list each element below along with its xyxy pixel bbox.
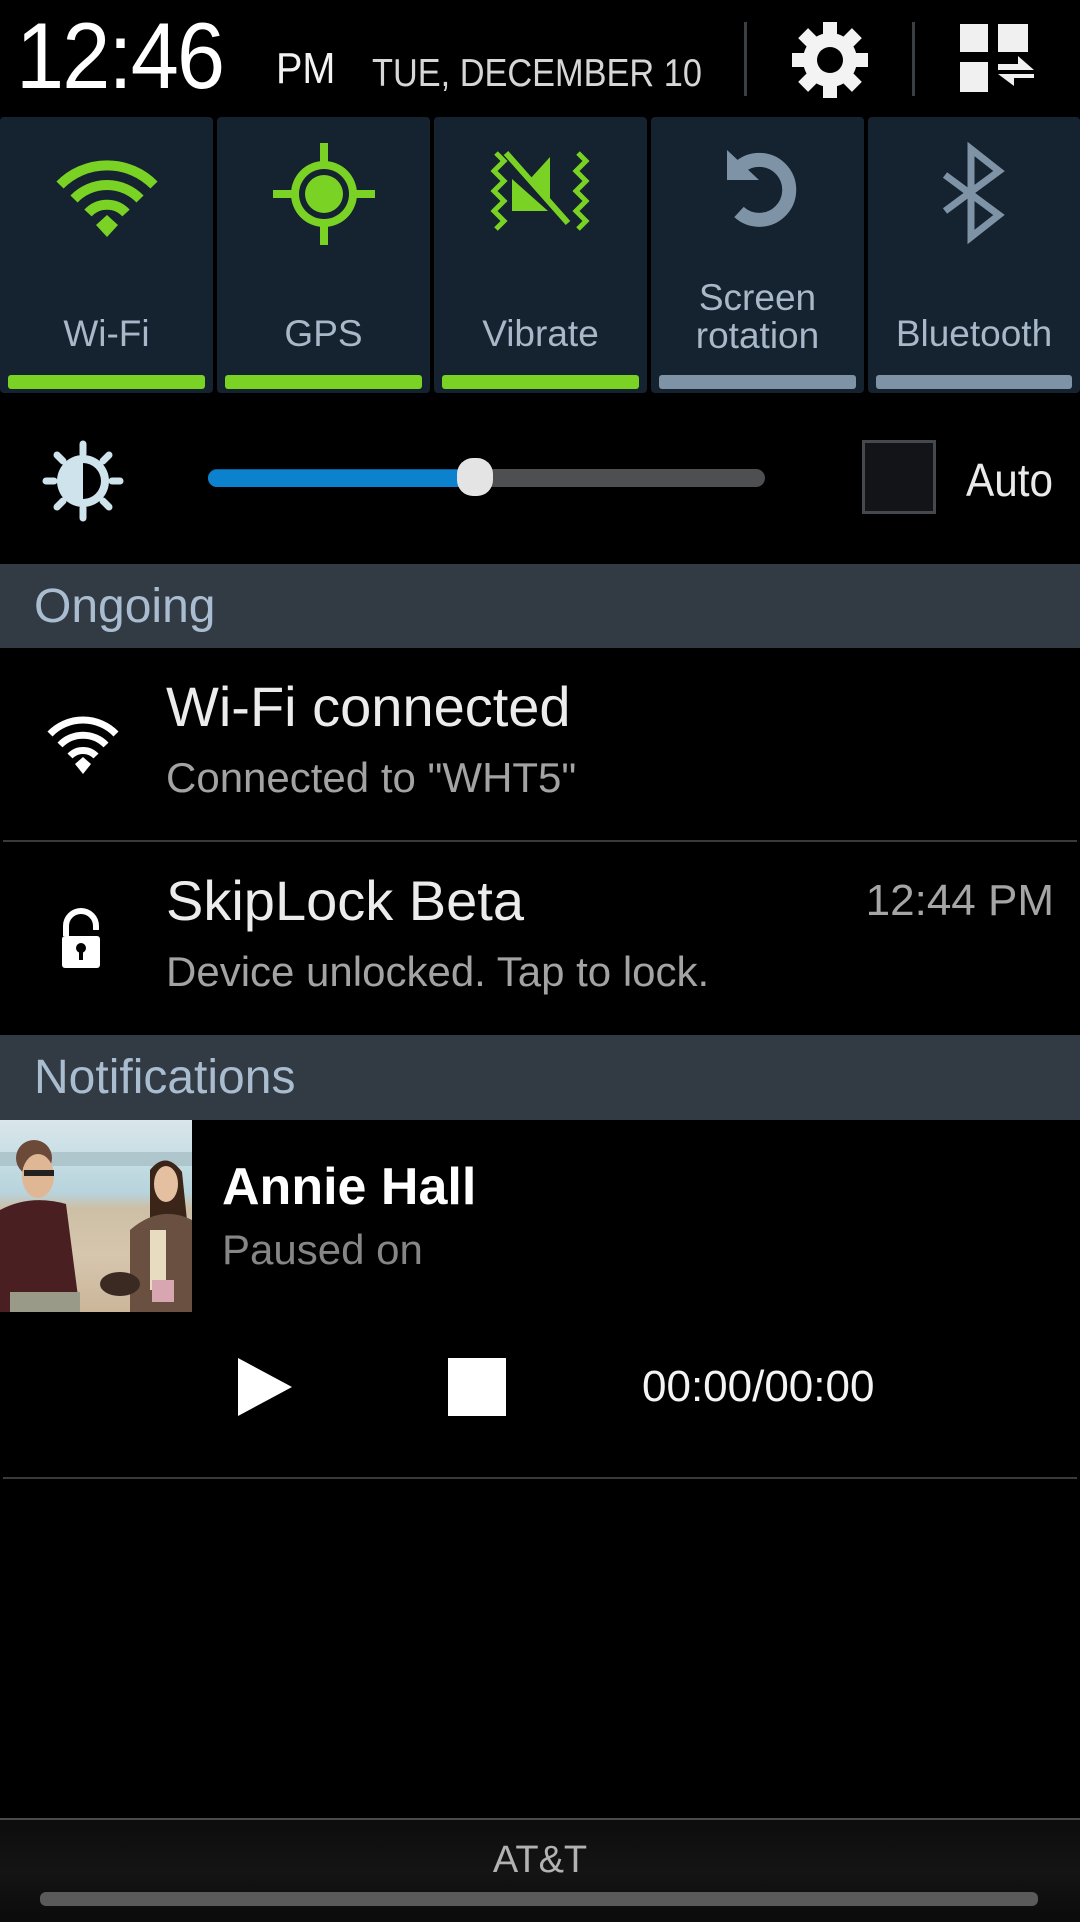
vibrate-icon [489,151,590,231]
header-divider [912,22,915,96]
thumbnail-figures [0,1140,192,1312]
quick-panel-toggle-icon [960,24,1034,92]
settings-button[interactable] [788,18,872,102]
section-title: Notifications [34,1051,296,1104]
tile-gps[interactable]: GPS [217,117,430,393]
tile-label-line1: Screen [698,277,817,318]
rotation-icon [726,150,796,227]
brightness-icon-wrap [40,438,126,524]
play-button[interactable] [232,1356,298,1418]
tile-status-bar [659,375,856,389]
brightness-slider-thumb[interactable] [457,458,494,496]
tile-wifi[interactable]: Wi-Fi [0,117,213,393]
brightness-slider-fill [208,469,476,487]
tile-status-bar [442,375,639,389]
auto-brightness-checkbox[interactable] [862,440,936,514]
tile-vibrate[interactable]: Vibrate [434,117,647,393]
notification-title: Wi-Fi connected [166,675,571,738]
bluetooth-icon [942,141,1005,245]
tile-screen-rotation[interactable]: Screen rotation [651,117,864,393]
section-header-notifications: Notifications [0,1035,1080,1120]
tile-status-bar [225,375,422,389]
carrier-label: AT&T [492,1839,588,1881]
tile-status-bar [8,375,205,389]
play-icon [238,1358,292,1416]
date-label[interactable]: TUE, DECEMBER 10 [372,50,702,98]
wifi-icon [55,160,158,237]
unlocked-padlock-icon [62,908,100,968]
section-header-ongoing: Ongoing [0,564,1080,648]
notification-timestamp: 12:44 PM [865,876,1054,925]
gps-icon [272,143,375,245]
stop-button[interactable] [448,1358,506,1416]
tile-label: Wi-Fi [63,313,150,354]
notification-skiplock[interactable] [0,842,1080,1034]
header-divider [744,22,747,96]
tile-label-line2: rotation [695,315,820,356]
auto-brightness-label[interactable]: Auto [966,455,1053,505]
media-subtitle: Paused on [222,1226,423,1273]
tile-label: Bluetooth [895,313,1053,354]
tile-label: GPS [284,313,363,354]
notification-subtitle: Connected to "WHT5" [166,754,577,801]
section-title: Ongoing [34,580,216,633]
notification-title: SkipLock Beta [166,869,524,932]
media-title: Annie Hall [222,1158,477,1216]
list-divider [3,1477,1077,1479]
movie-still-thumbnail [0,1120,192,1312]
clock-ampm: PM [276,44,336,93]
gear-icon [792,22,868,98]
brightness-icon [42,440,124,522]
tile-bluetooth[interactable]: Bluetooth [868,117,1080,393]
wifi-icon [47,716,119,774]
notification-subtitle: Device unlocked. Tap to lock. [166,948,710,995]
clock-time: 12:46 [16,3,225,108]
panel-drag-handle[interactable] [40,1892,1038,1906]
tile-status-bar [876,375,1072,389]
quick-panel-button[interactable] [958,24,1038,100]
media-time: 00:00/00:00 [642,1362,875,1411]
tile-label: Vibrate [482,313,599,354]
